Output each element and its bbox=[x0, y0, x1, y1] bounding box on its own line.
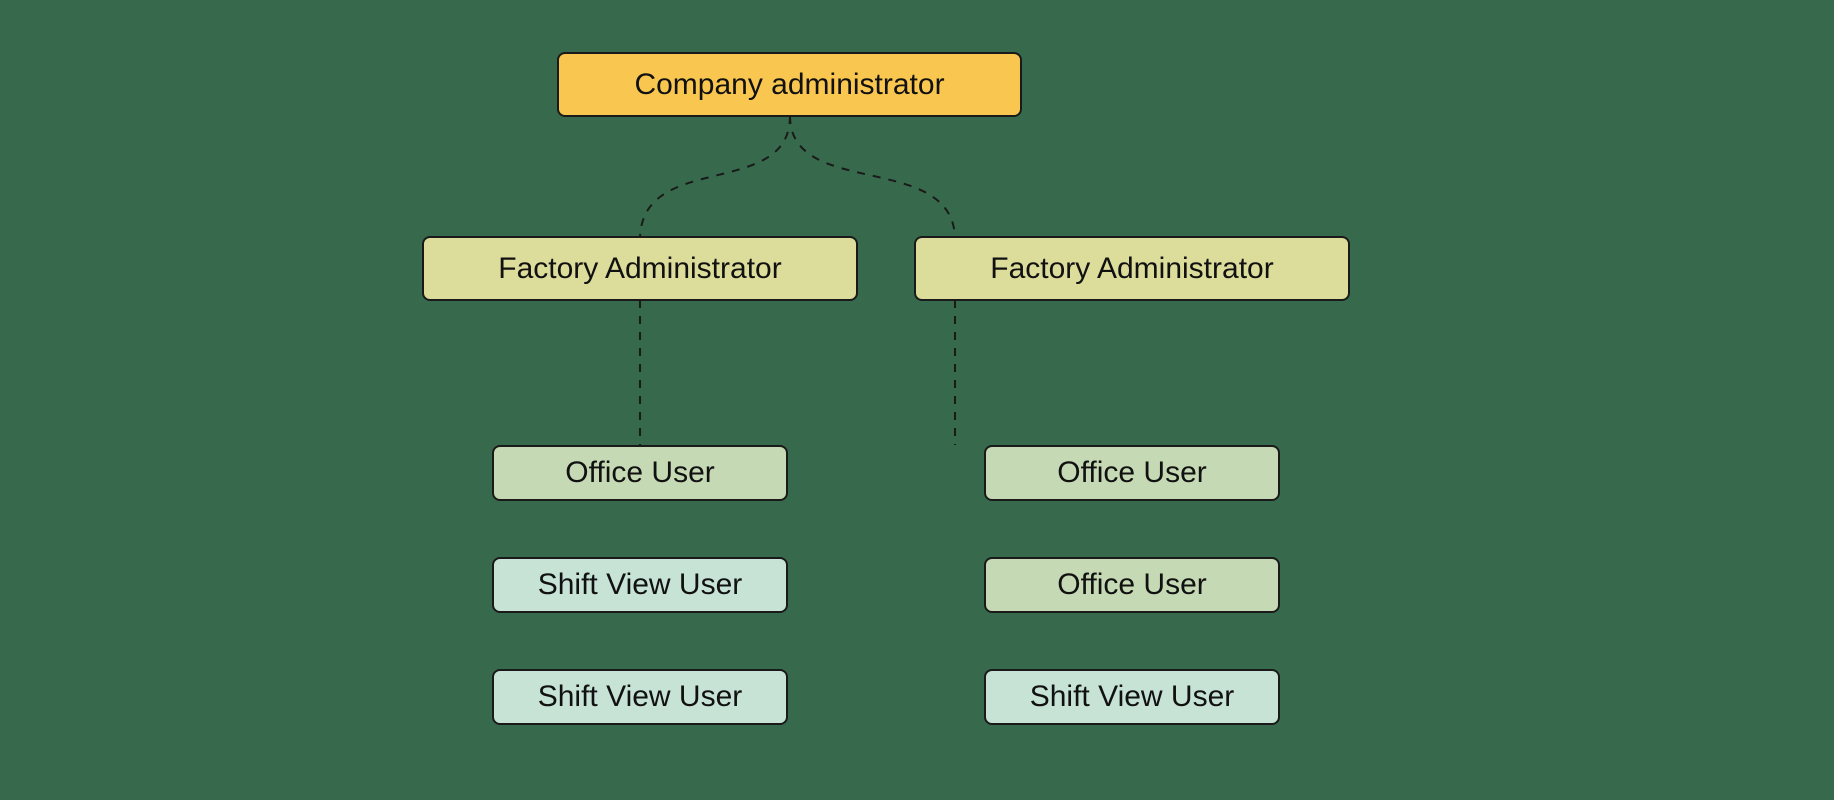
user-label: Office User bbox=[565, 458, 715, 488]
factory-admin-node-right: Factory Administrator bbox=[914, 236, 1350, 301]
user-label: Office User bbox=[1057, 458, 1207, 488]
user-label: Shift View User bbox=[538, 682, 743, 712]
company-admin-label: Company administrator bbox=[634, 70, 944, 100]
user-label: Shift View User bbox=[1030, 682, 1235, 712]
office-user-node: Office User bbox=[984, 445, 1280, 501]
factory-admin-label: Factory Administrator bbox=[990, 254, 1273, 284]
office-user-node: Office User bbox=[984, 557, 1280, 613]
factory-admin-label: Factory Administrator bbox=[498, 254, 781, 284]
shift-view-user-node: Shift View User bbox=[492, 557, 788, 613]
factory-admin-node-left: Factory Administrator bbox=[422, 236, 858, 301]
company-admin-node: Company administrator bbox=[557, 52, 1022, 117]
user-label: Office User bbox=[1057, 570, 1207, 600]
user-label: Shift View User bbox=[538, 570, 743, 600]
connectors bbox=[0, 0, 1834, 800]
shift-view-user-node: Shift View User bbox=[492, 669, 788, 725]
shift-view-user-node: Shift View User bbox=[984, 669, 1280, 725]
office-user-node: Office User bbox=[492, 445, 788, 501]
